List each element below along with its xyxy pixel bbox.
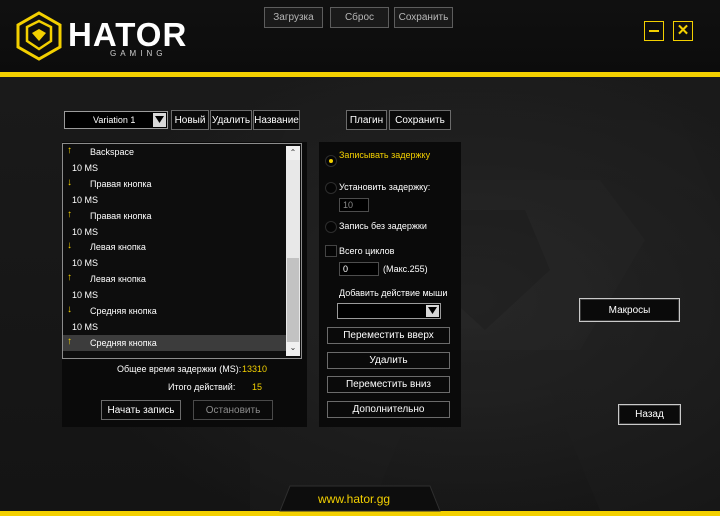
list-item[interactable]: ↓ Средняя кнопка (63, 303, 287, 319)
arrow-up-icon: ↑ (67, 272, 72, 284)
chevron-down-icon (428, 307, 437, 314)
minimize-button[interactable] (644, 21, 664, 41)
list-item-label: 10 MS (72, 194, 99, 205)
mouse-action-select[interactable] (337, 303, 441, 319)
list-item-label: Средняя кнопка (90, 337, 157, 348)
list-item-label: Правая кнопка (90, 210, 152, 221)
arrow-up-icon: ↑ (67, 208, 72, 220)
record-delay-radio[interactable] (325, 155, 337, 167)
reset-button[interactable]: Сброс (330, 7, 389, 28)
list-item[interactable]: ↑ Правая кнопка (63, 208, 287, 224)
cycles-max-label: (Макс.255) (383, 264, 428, 274)
set-delay-radio[interactable] (325, 182, 337, 194)
macro-select-value: Variation 1 (93, 115, 136, 125)
list-item[interactable]: 10 MS (63, 255, 287, 271)
list-item-label: Левая кнопка (90, 274, 146, 285)
x-icon: ✕ (676, 22, 690, 39)
chevron-up-icon: ⌃ (289, 148, 297, 157)
delete-action-button[interactable]: Удалить (327, 352, 450, 369)
delete-macro-button[interactable]: Удалить (210, 110, 252, 130)
rename-macro-button[interactable]: Название (253, 110, 300, 130)
list-item-label: Правая кнопка (90, 178, 152, 189)
list-item-label: 10 MS (72, 290, 99, 301)
chevron-down-icon: ⌄ (289, 343, 297, 352)
list-item[interactable]: 10 MS (63, 160, 287, 176)
scroll-down-button[interactable]: ⌄ (286, 342, 300, 356)
list-item[interactable]: ↓ Правая кнопка (63, 176, 287, 192)
list-item[interactable]: 10 MS (63, 287, 287, 303)
brand-name: HATOR (68, 16, 188, 53)
arrow-up-icon: ↑ (67, 335, 72, 347)
stop-record-button[interactable]: Остановить (193, 400, 273, 420)
list-item-label: Левая кнопка (90, 242, 146, 253)
list-item-label: Backspace (90, 147, 135, 157)
arrow-up-icon: ↑ (67, 145, 72, 156)
arrow-down-icon: ↓ (67, 304, 72, 315)
save-profile-button[interactable]: Сохранить (394, 7, 453, 28)
macro-select[interactable]: Variation 1 (64, 111, 168, 129)
cycles-label: Всего циклов (339, 246, 395, 256)
list-item-label: 10 MS (72, 162, 99, 173)
actions-list-rows: ↑ Backspace 10 MS ↓ Правая кнопка 10 MS ↑ Права… (63, 144, 287, 358)
hator-logo-icon (16, 11, 62, 61)
new-macro-button[interactable]: Новый (171, 110, 209, 130)
arrow-down-icon: ↓ (67, 176, 72, 188)
header-accent-line (0, 72, 720, 77)
dropdown-arrow-button[interactable] (426, 305, 439, 317)
plugin-button[interactable]: Плагин (346, 110, 387, 130)
set-delay-input[interactable]: 10 (339, 198, 369, 212)
no-delay-label: Запись без задержки (339, 221, 427, 231)
total-actions-value: 15 (252, 382, 263, 392)
list-item[interactable]: ↓ Левая кнопка (63, 239, 287, 255)
total-delay-value: 13310 (242, 364, 268, 374)
macros-button[interactable]: Макросы (579, 298, 680, 322)
move-up-button[interactable]: Переместить вверх (327, 327, 450, 344)
set-delay-label: Установить задержку: (339, 182, 431, 192)
move-down-button[interactable]: Переместить вниз (327, 376, 450, 393)
list-item-label: Средняя кнопка (90, 306, 157, 316)
arrow-down-icon: ↓ (67, 240, 72, 252)
website-link[interactable]: www.hator.gg (318, 492, 390, 506)
radio-dot-icon (329, 159, 333, 163)
list-item-label: 10 MS (72, 226, 99, 237)
load-button[interactable]: Загрузка (264, 7, 323, 28)
list-item-label: 10 MS (72, 321, 99, 332)
save-macro-button[interactable]: Сохранить (389, 110, 451, 130)
list-item[interactable]: 10 MS (63, 192, 287, 208)
list-scrollbar[interactable]: ⌃ ⌄ (286, 146, 300, 356)
dropdown-arrow-button[interactable] (153, 113, 166, 127)
scroll-thumb[interactable] (287, 258, 299, 342)
back-button[interactable]: Назад (618, 404, 681, 425)
brand-subtitle: GAMING (110, 49, 167, 58)
mouse-action-label: Добавить действие мыши (339, 288, 448, 298)
more-button[interactable]: Дополнительно (327, 401, 450, 418)
minus-icon (649, 30, 659, 32)
record-delay-label: Записывать задержку (339, 150, 431, 160)
list-item[interactable]: ↑ Backspace (63, 144, 287, 160)
list-item[interactable]: 10 MS (63, 224, 287, 240)
cycles-checkbox[interactable] (325, 245, 337, 257)
scroll-up-button[interactable]: ⌃ (286, 146, 300, 160)
chevron-down-icon (155, 116, 164, 123)
start-record-button[interactable]: Начать запись (101, 400, 181, 420)
cycles-input[interactable]: 0 (339, 262, 379, 276)
close-button[interactable]: ✕ (673, 21, 693, 41)
list-item[interactable]: 10 MS (63, 319, 287, 335)
list-item[interactable]: ↑ Левая кнопка (63, 271, 287, 287)
list-item[interactable]: ↑ Средняя кнопка (63, 334, 287, 351)
total-actions-label: Итого действий: (168, 382, 236, 392)
total-delay-label: Общее время задержки (MS): (117, 364, 242, 374)
list-item-label: 10 MS (72, 258, 99, 269)
no-delay-radio[interactable] (325, 221, 337, 233)
